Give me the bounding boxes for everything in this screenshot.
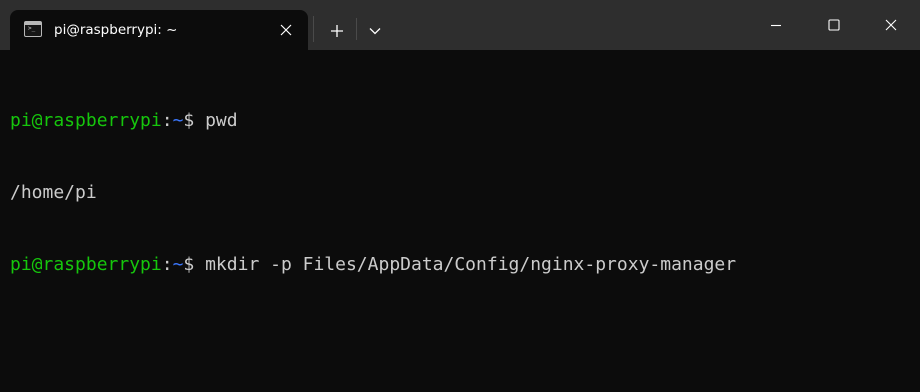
tab-divider	[356, 18, 357, 40]
minimize-icon	[771, 24, 781, 27]
tab-active[interactable]: >_ pi@raspberrypi: ~	[10, 10, 308, 50]
prompt-line: pi@raspberrypi:~$ mkdir -p Files/AppData…	[10, 253, 910, 277]
plus-icon	[331, 25, 343, 37]
output-line: /home/pi	[10, 182, 97, 203]
minimize-button[interactable]	[747, 0, 805, 50]
close-icon	[885, 19, 897, 31]
chevron-down-icon	[369, 28, 381, 35]
close-icon	[280, 24, 292, 36]
command-text: pwd	[205, 110, 238, 131]
prompt-separator: :	[161, 254, 173, 275]
command-text: mkdir -p Files/AppData/Config/nginx-prox…	[205, 254, 737, 275]
prompt-user: pi@raspberrypi	[10, 254, 162, 275]
tab-divider	[313, 16, 314, 42]
prompt-separator: :	[161, 110, 173, 131]
prompt-user: pi@raspberrypi	[10, 110, 162, 131]
maximize-button[interactable]	[805, 0, 863, 50]
prompt-line: pi@raspberrypi:~$ pwd	[10, 109, 910, 133]
terminal-output[interactable]: pi@raspberrypi:~$ pwd /home/pi pi@raspbe…	[10, 61, 910, 301]
new-tab-button[interactable]	[323, 17, 351, 45]
prompt-path: ~	[172, 254, 184, 275]
prompt-symbol: $	[183, 110, 206, 131]
title-bar[interactable]: >_ pi@raspberrypi: ~	[0, 0, 920, 50]
maximize-icon	[828, 19, 840, 31]
terminal-icon: >_	[24, 21, 42, 37]
prompt-path: ~	[172, 110, 184, 131]
prompt-symbol: $	[183, 254, 206, 275]
close-window-button[interactable]	[862, 0, 920, 50]
close-tab-button[interactable]	[274, 18, 298, 42]
tab-dropdown-button[interactable]	[361, 17, 389, 45]
tab-title: pi@raspberrypi: ~	[54, 22, 178, 38]
